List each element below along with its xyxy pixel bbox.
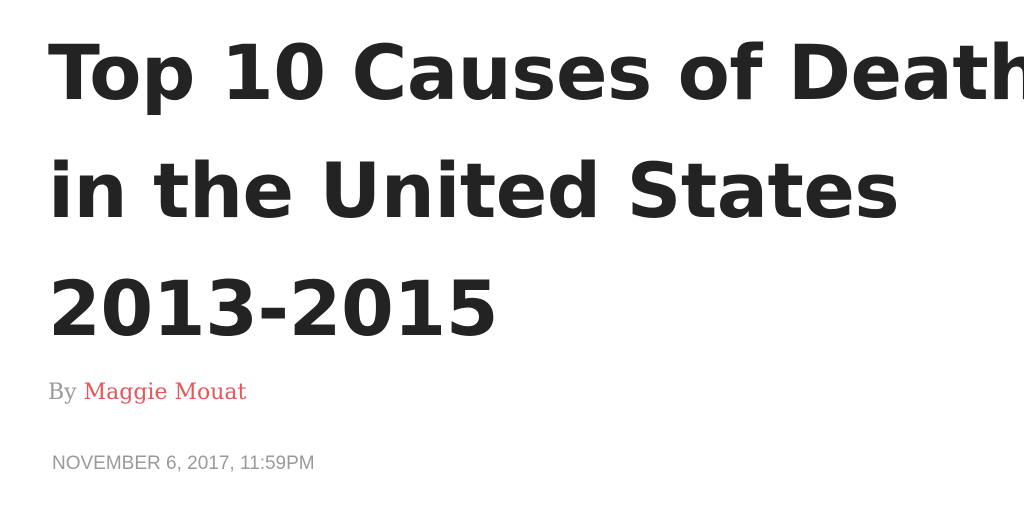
article-header: Top 10 Causes of Death in the United Sta… [0, 0, 1024, 512]
author-link[interactable]: Maggie Mouat [84, 380, 247, 405]
article-title: Top 10 Causes of Death in the United Sta… [48, 14, 1024, 368]
publish-timestamp: NOVEMBER 6, 2017, 11:59PM [52, 453, 315, 474]
byline: By Maggie Mouat [48, 378, 246, 408]
article-title-line-2: in the United States [48, 146, 900, 235]
byline-prefix: By [48, 380, 77, 405]
article-title-line-3: 2013-2015 [48, 264, 499, 353]
article-title-line-1: Top 10 Causes of Death [48, 28, 1024, 117]
